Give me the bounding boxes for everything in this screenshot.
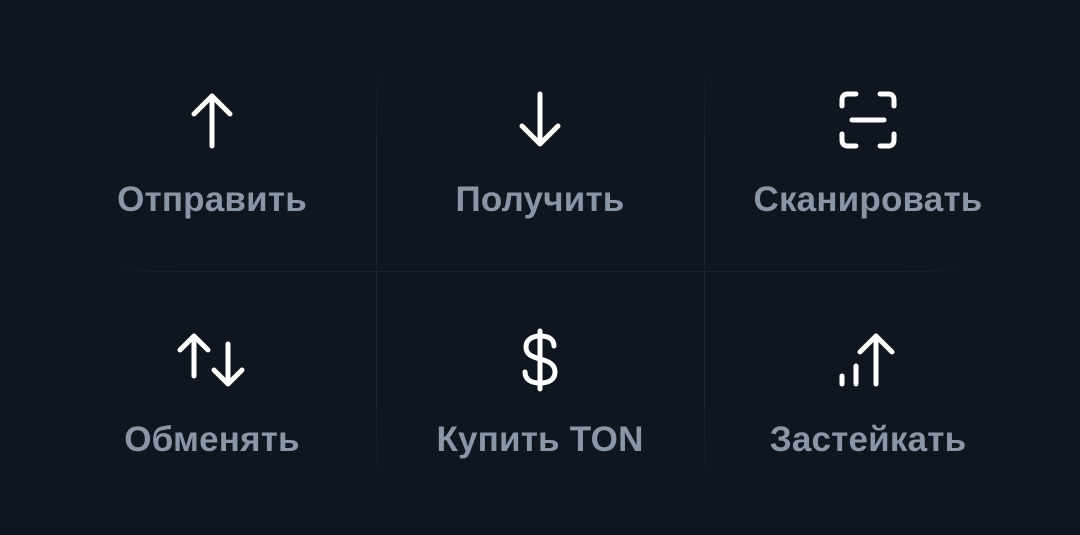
wallet-actions-panel: Отправить Получить Сканировать Обменять … bbox=[0, 0, 1080, 535]
stake-button[interactable]: Застейкать bbox=[704, 272, 1032, 506]
scan-button[interactable]: Сканировать bbox=[704, 36, 1032, 272]
stake-chart-icon bbox=[836, 328, 900, 392]
buy-ton-button[interactable]: Купить TON bbox=[376, 272, 704, 506]
dollar-icon bbox=[508, 328, 572, 392]
swap-label: Обменять bbox=[124, 420, 300, 459]
arrow-down-icon bbox=[508, 88, 572, 152]
send-label: Отправить bbox=[117, 180, 307, 219]
scan-icon bbox=[836, 88, 900, 152]
receive-button[interactable]: Получить bbox=[376, 36, 704, 272]
stake-label: Застейкать bbox=[769, 420, 967, 459]
swap-button[interactable]: Обменять bbox=[48, 272, 376, 506]
buy-ton-label: Купить TON bbox=[436, 420, 644, 459]
send-button[interactable]: Отправить bbox=[48, 36, 376, 272]
arrow-up-icon bbox=[180, 88, 244, 152]
swap-arrows-icon bbox=[172, 328, 252, 392]
scan-label: Сканировать bbox=[753, 180, 983, 219]
receive-label: Получить bbox=[455, 180, 625, 219]
